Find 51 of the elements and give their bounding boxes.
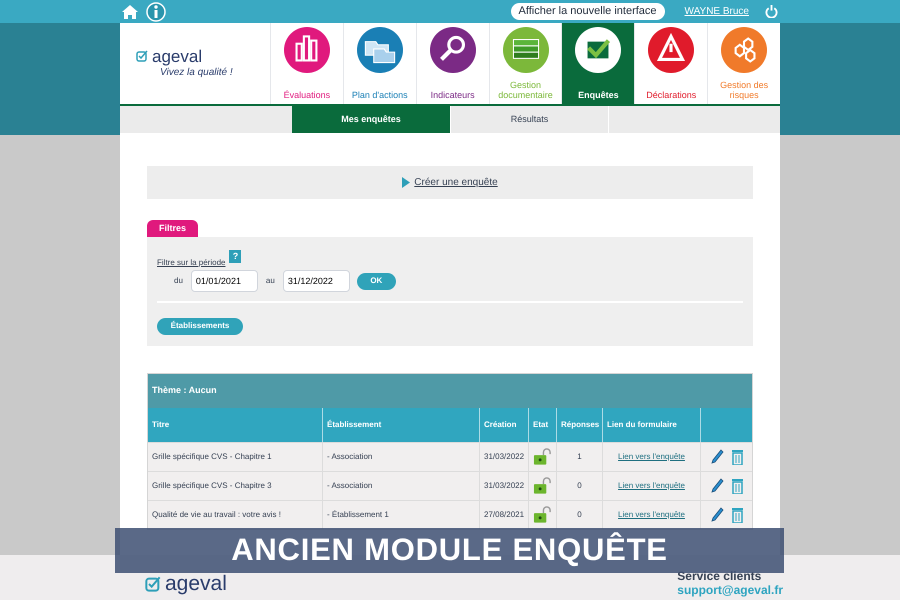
module-label: Enquêtes xyxy=(577,90,620,100)
module-tab[interactable]: Enquêtes xyxy=(561,23,634,104)
bars-icon xyxy=(284,27,330,73)
survey-link[interactable]: Lien vers l'enquête xyxy=(618,480,685,492)
subtab[interactable]: Mes enquêtes xyxy=(292,106,450,133)
open-padlock-icon[interactable] xyxy=(533,506,552,524)
module-label: Indicateurs xyxy=(430,90,476,100)
pencil-icon[interactable] xyxy=(710,507,724,523)
open-padlock-icon[interactable] xyxy=(533,477,552,495)
magnifier-icon xyxy=(430,27,476,73)
period-filter-link[interactable]: Filtre sur la période xyxy=(157,257,226,269)
folders-icon xyxy=(356,27,403,73)
establishments-button[interactable]: Établissements xyxy=(157,318,243,334)
create-survey-link[interactable]: Créer une enquête xyxy=(414,175,498,190)
filters-tab[interactable]: Filtres xyxy=(147,220,198,237)
check-icon xyxy=(575,27,622,73)
power-icon[interactable] xyxy=(765,5,778,18)
pencil-icon[interactable] xyxy=(710,449,724,465)
module-label: Plan d'actions xyxy=(350,90,409,100)
trash-icon[interactable] xyxy=(732,507,743,523)
to-label: au xyxy=(266,275,275,287)
user-link[interactable]: WAYNE Bruce xyxy=(684,4,749,19)
logo-text: ageval xyxy=(152,48,202,64)
open-padlock-icon[interactable] xyxy=(533,448,552,466)
caption-banner: ANCIEN MODULE ENQUÊTE xyxy=(115,528,784,573)
module-label: Évaluations xyxy=(282,90,332,100)
trash-icon[interactable] xyxy=(732,449,743,465)
module-label: Gestion des risques xyxy=(719,80,770,100)
triangle-icon xyxy=(402,177,410,188)
hexagons-icon xyxy=(721,27,768,73)
module-label: Gestion documentaire xyxy=(497,80,554,100)
new-interface-button[interactable]: Afficher la nouvelle interface xyxy=(510,3,665,20)
survey-link[interactable]: Lien vers l'enquête xyxy=(618,451,685,463)
checkbox-logo-icon xyxy=(136,50,148,62)
pencil-icon[interactable] xyxy=(710,478,724,494)
from-label: du xyxy=(174,275,183,287)
ok-button[interactable]: OK xyxy=(356,272,396,290)
from-date-field[interactable]: 01/01/2021 xyxy=(190,270,258,292)
checkbox-logo-icon xyxy=(145,576,161,592)
logo-tagline: Vivez la qualité ! xyxy=(160,66,234,80)
footer-logo-text: ageval xyxy=(165,573,227,595)
books-icon xyxy=(502,27,548,73)
info-icon[interactable] xyxy=(146,2,166,22)
trash-icon[interactable] xyxy=(732,478,743,494)
theme-header: Thème : Aucun xyxy=(148,374,752,408)
home-icon[interactable] xyxy=(122,4,138,18)
help-bubble[interactable]: ? xyxy=(229,250,242,263)
survey-link[interactable]: Lien vers l'enquête xyxy=(618,509,685,521)
module-label: Déclarations xyxy=(645,90,698,100)
to-date-field[interactable]: 31/12/2022 xyxy=(282,270,350,292)
warning-icon xyxy=(648,27,694,73)
